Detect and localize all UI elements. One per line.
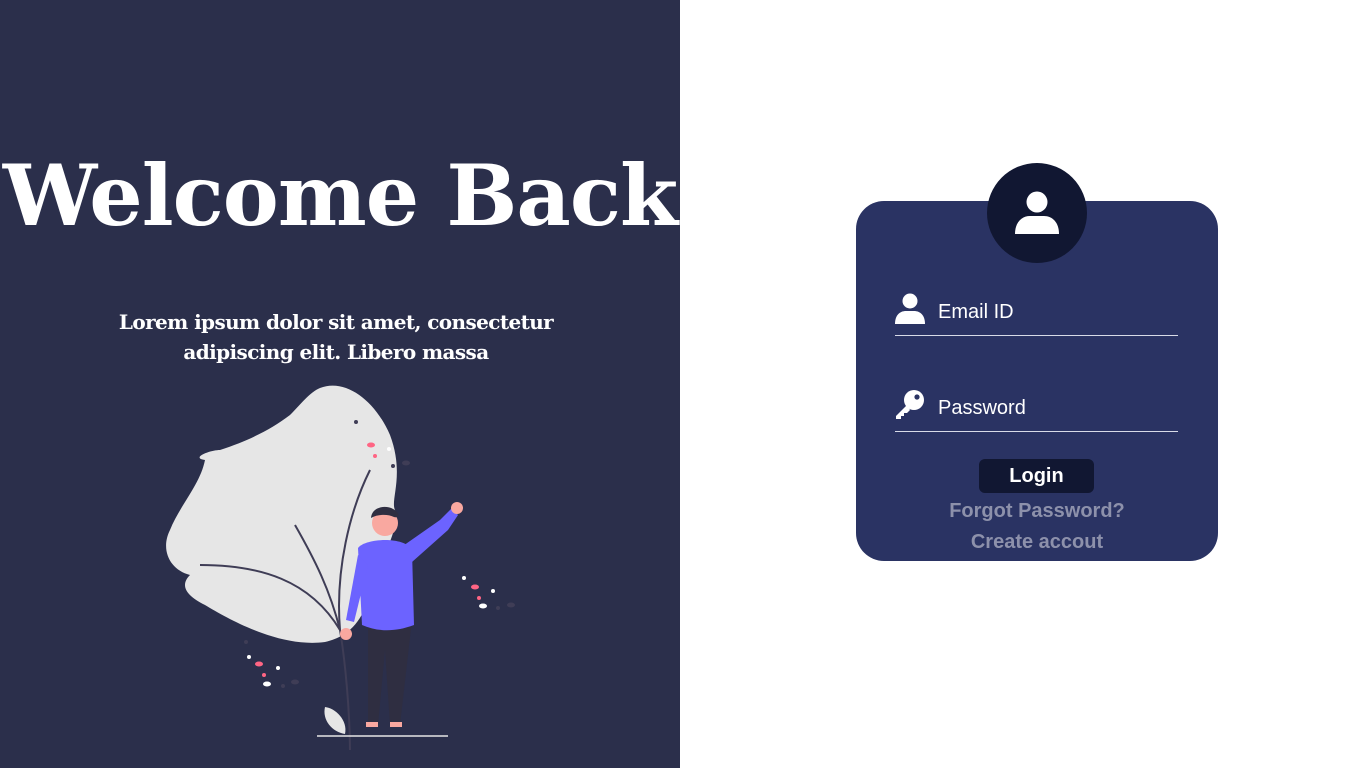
avatar (987, 163, 1087, 263)
welcome-title: Welcome Back (2, 146, 678, 245)
email-field-container (895, 293, 1178, 336)
person-with-plant-illustration (166, 385, 515, 750)
left-panel: Welcome Back Lorem ipsum dolor sit amet,… (0, 0, 680, 768)
user-icon (1015, 191, 1059, 234)
create-account-link[interactable]: Create accout (856, 531, 1218, 554)
password-input[interactable] (938, 393, 1173, 423)
key-icon (896, 390, 924, 419)
welcome-subtitle: Lorem ipsum dolor sit amet, consectetur … (118, 310, 554, 364)
user-icon (895, 293, 925, 324)
login-button[interactable]: Login (979, 459, 1094, 493)
email-input[interactable] (938, 297, 1173, 327)
password-field-container (895, 389, 1178, 432)
forgot-password-link[interactable]: Forgot Password? (856, 500, 1218, 523)
